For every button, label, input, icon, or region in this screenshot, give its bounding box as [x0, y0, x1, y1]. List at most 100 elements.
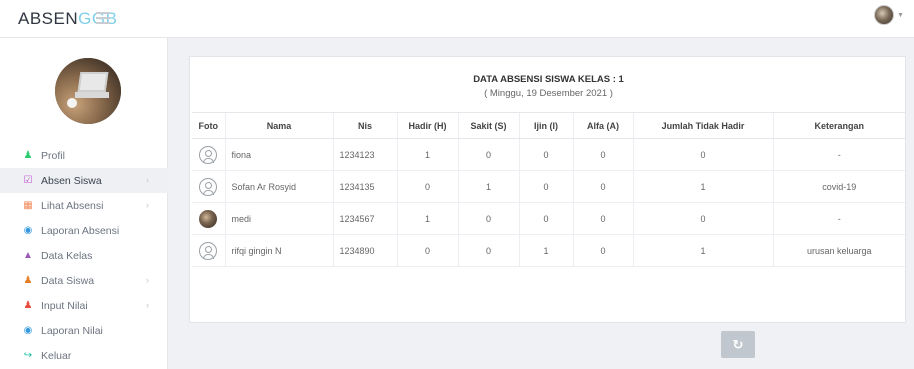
cell-sakit: 1 — [457, 170, 519, 203]
sidebar-menu: ♟ Profil ☑ Absen Siswa › ▦ Lihat Absensi › ◉ Lapo… — [0, 143, 168, 368]
cell-alfa: 0 — [572, 170, 633, 203]
column-header: Hadir (H) — [396, 112, 458, 139]
attendance-table: Foto Nama Nis Hadir (H) Sakit (S) Ijin (I) Alf… — [192, 112, 905, 267]
cell-nama: fiona — [224, 138, 333, 171]
cell-hadir: 0 — [396, 170, 458, 203]
column-header: Foto — [192, 112, 225, 139]
column-header: Alfa (A) — [572, 112, 633, 139]
cell-sakit: 0 — [457, 202, 519, 235]
refresh-icon: ↻ — [732, 337, 744, 352]
cell-jumlah: 0 — [632, 202, 773, 235]
top-navbar: ABSENGGB ▼ — [0, 0, 914, 38]
table-row: rifqi gingin N 1234890 0 0 1 0 1 urusan keluarg… — [192, 234, 905, 267]
sidebar-item-label: Keluar — [41, 349, 72, 362]
cell-keterangan: - — [772, 202, 905, 235]
graduation-cap-icon: ▲ — [23, 250, 33, 261]
sidebar-item-label: Data Kelas — [41, 249, 93, 262]
sidebar-item-data-kelas[interactable]: ▲ Data Kelas — [0, 243, 168, 268]
user-placeholder-icon — [199, 241, 218, 260]
cell-hadir: 1 — [396, 138, 458, 171]
cell-nis: 1234123 — [332, 138, 397, 171]
column-header: Keterangan — [772, 112, 905, 139]
sign-out-icon: ↪ — [23, 350, 33, 361]
chevron-right-icon: › — [146, 200, 149, 210]
cell-jumlah: 0 — [632, 138, 773, 171]
cell-ijin: 0 — [518, 202, 573, 235]
table-body: fiona 1234123 1 0 0 0 0- Sofan Ar Rosyid 1234135… — [192, 138, 905, 267]
cell-keterangan: - — [772, 138, 905, 171]
user-icon: ♟ — [23, 150, 33, 161]
users-icon: ♟ — [23, 300, 33, 311]
sidebar-item-label: Lihat Absensi — [41, 199, 104, 212]
check-square-icon: ☑ — [23, 175, 33, 186]
cell-hadir: 1 — [396, 202, 458, 235]
user-placeholder-icon — [199, 145, 218, 164]
cell-nis: 1234890 — [332, 234, 397, 267]
menu-toggle-icon[interactable] — [96, 12, 110, 24]
profile-photo — [55, 58, 121, 124]
database-icon: ◉ — [23, 325, 33, 336]
cell-nama: rifqi gingin N — [224, 234, 333, 267]
photo-cell — [192, 138, 225, 171]
user-avatar[interactable] — [874, 5, 894, 25]
panel-subtitle: ( Minggu, 19 Desember 2021 ) — [484, 88, 613, 99]
cell-ijin: 0 — [518, 138, 573, 171]
sidebar-item-laporan-nilai[interactable]: ◉ Laporan Nilai — [0, 318, 168, 343]
panel-title: DATA ABSENSI SISWA KELAS : 1 — [473, 74, 624, 85]
sidebar-item-profil[interactable]: ♟ Profil — [0, 143, 168, 168]
column-header: Sakit (S) — [457, 112, 519, 139]
table-header-row: Foto Nama Nis Hadir (H) Sakit (S) Ijin (I) Alf… — [192, 112, 905, 139]
database-icon: ◉ — [23, 225, 33, 236]
sidebar-item-label: Data Siswa — [41, 274, 95, 287]
sidebar-item-label: Profil — [41, 149, 65, 162]
sidebar-item-label: Absen Siswa — [41, 174, 102, 187]
sidebar-item-absen-siswa[interactable]: ☑ Absen Siswa › — [0, 168, 168, 193]
cell-jumlah: 1 — [632, 234, 773, 267]
sidebar-item-data-siswa[interactable]: ♟ Data Siswa › — [0, 268, 168, 293]
chevron-right-icon: › — [146, 175, 149, 185]
sidebar: ♟ Profil ☑ Absen Siswa › ▦ Lihat Absensi › ◉ Lapo… — [0, 38, 168, 369]
sidebar-item-label: Input Nilai — [41, 299, 88, 312]
table-icon: ▦ — [23, 200, 33, 211]
cell-keterangan: covid-19 — [772, 170, 905, 203]
users-icon: ♟ — [23, 275, 33, 286]
sidebar-item-label: Laporan Nilai — [41, 324, 103, 337]
table-row: Sofan Ar Rosyid 1234135 0 1 0 0 1 covid-19 — [192, 170, 905, 203]
brand-text-absen: ABSEN — [18, 9, 79, 28]
cell-alfa: 0 — [572, 202, 633, 235]
photo-cell — [192, 170, 225, 203]
cell-alfa: 0 — [572, 234, 633, 267]
sidebar-item-input-nilai[interactable]: ♟ Input Nilai › — [0, 293, 168, 318]
photo-cell — [192, 202, 225, 235]
cell-nis: 1234135 — [332, 170, 397, 203]
chevron-right-icon: › — [146, 300, 149, 310]
cell-keterangan: urusan keluarga — [772, 234, 905, 267]
cell-ijin: 1 — [518, 234, 573, 267]
cell-hadir: 0 — [396, 234, 458, 267]
table-row: medi 1234567 1 0 0 0 0- — [192, 202, 905, 235]
chevron-right-icon: › — [146, 275, 149, 285]
attendance-panel: DATA ABSENSI SISWA KELAS : 1 ( Minggu, 1… — [189, 56, 906, 358]
cell-sakit: 0 — [457, 138, 519, 171]
user-placeholder-icon — [199, 177, 218, 196]
sidebar-item-lihat-absensi[interactable]: ▦ Lihat Absensi › — [0, 193, 168, 218]
cell-nama: medi — [224, 202, 333, 235]
column-header: Ijin (I) — [518, 112, 573, 139]
cell-ijin: 0 — [518, 170, 573, 203]
refresh-button[interactable]: ↻ — [721, 331, 755, 358]
cell-sakit: 0 — [457, 234, 519, 267]
sidebar-item-laporan-absensi[interactable]: ◉ Laporan Absensi — [0, 218, 168, 243]
column-header: Nis — [332, 112, 397, 139]
photo-cell — [192, 234, 225, 267]
cell-nis: 1234567 — [332, 202, 397, 235]
sidebar-item-label: Laporan Absensi — [41, 224, 120, 237]
chevron-down-icon[interactable]: ▼ — [897, 12, 904, 19]
cell-alfa: 0 — [572, 138, 633, 171]
sidebar-item-keluar[interactable]: ↪ Keluar — [0, 343, 168, 368]
cell-jumlah: 1 — [632, 170, 773, 203]
student-photo — [199, 209, 218, 228]
column-header: Nama — [224, 112, 333, 139]
table-row: fiona 1234123 1 0 0 0 0- — [192, 138, 905, 171]
column-header: Jumlah Tidak Hadir — [632, 112, 773, 139]
cell-nama: Sofan Ar Rosyid — [224, 170, 333, 203]
